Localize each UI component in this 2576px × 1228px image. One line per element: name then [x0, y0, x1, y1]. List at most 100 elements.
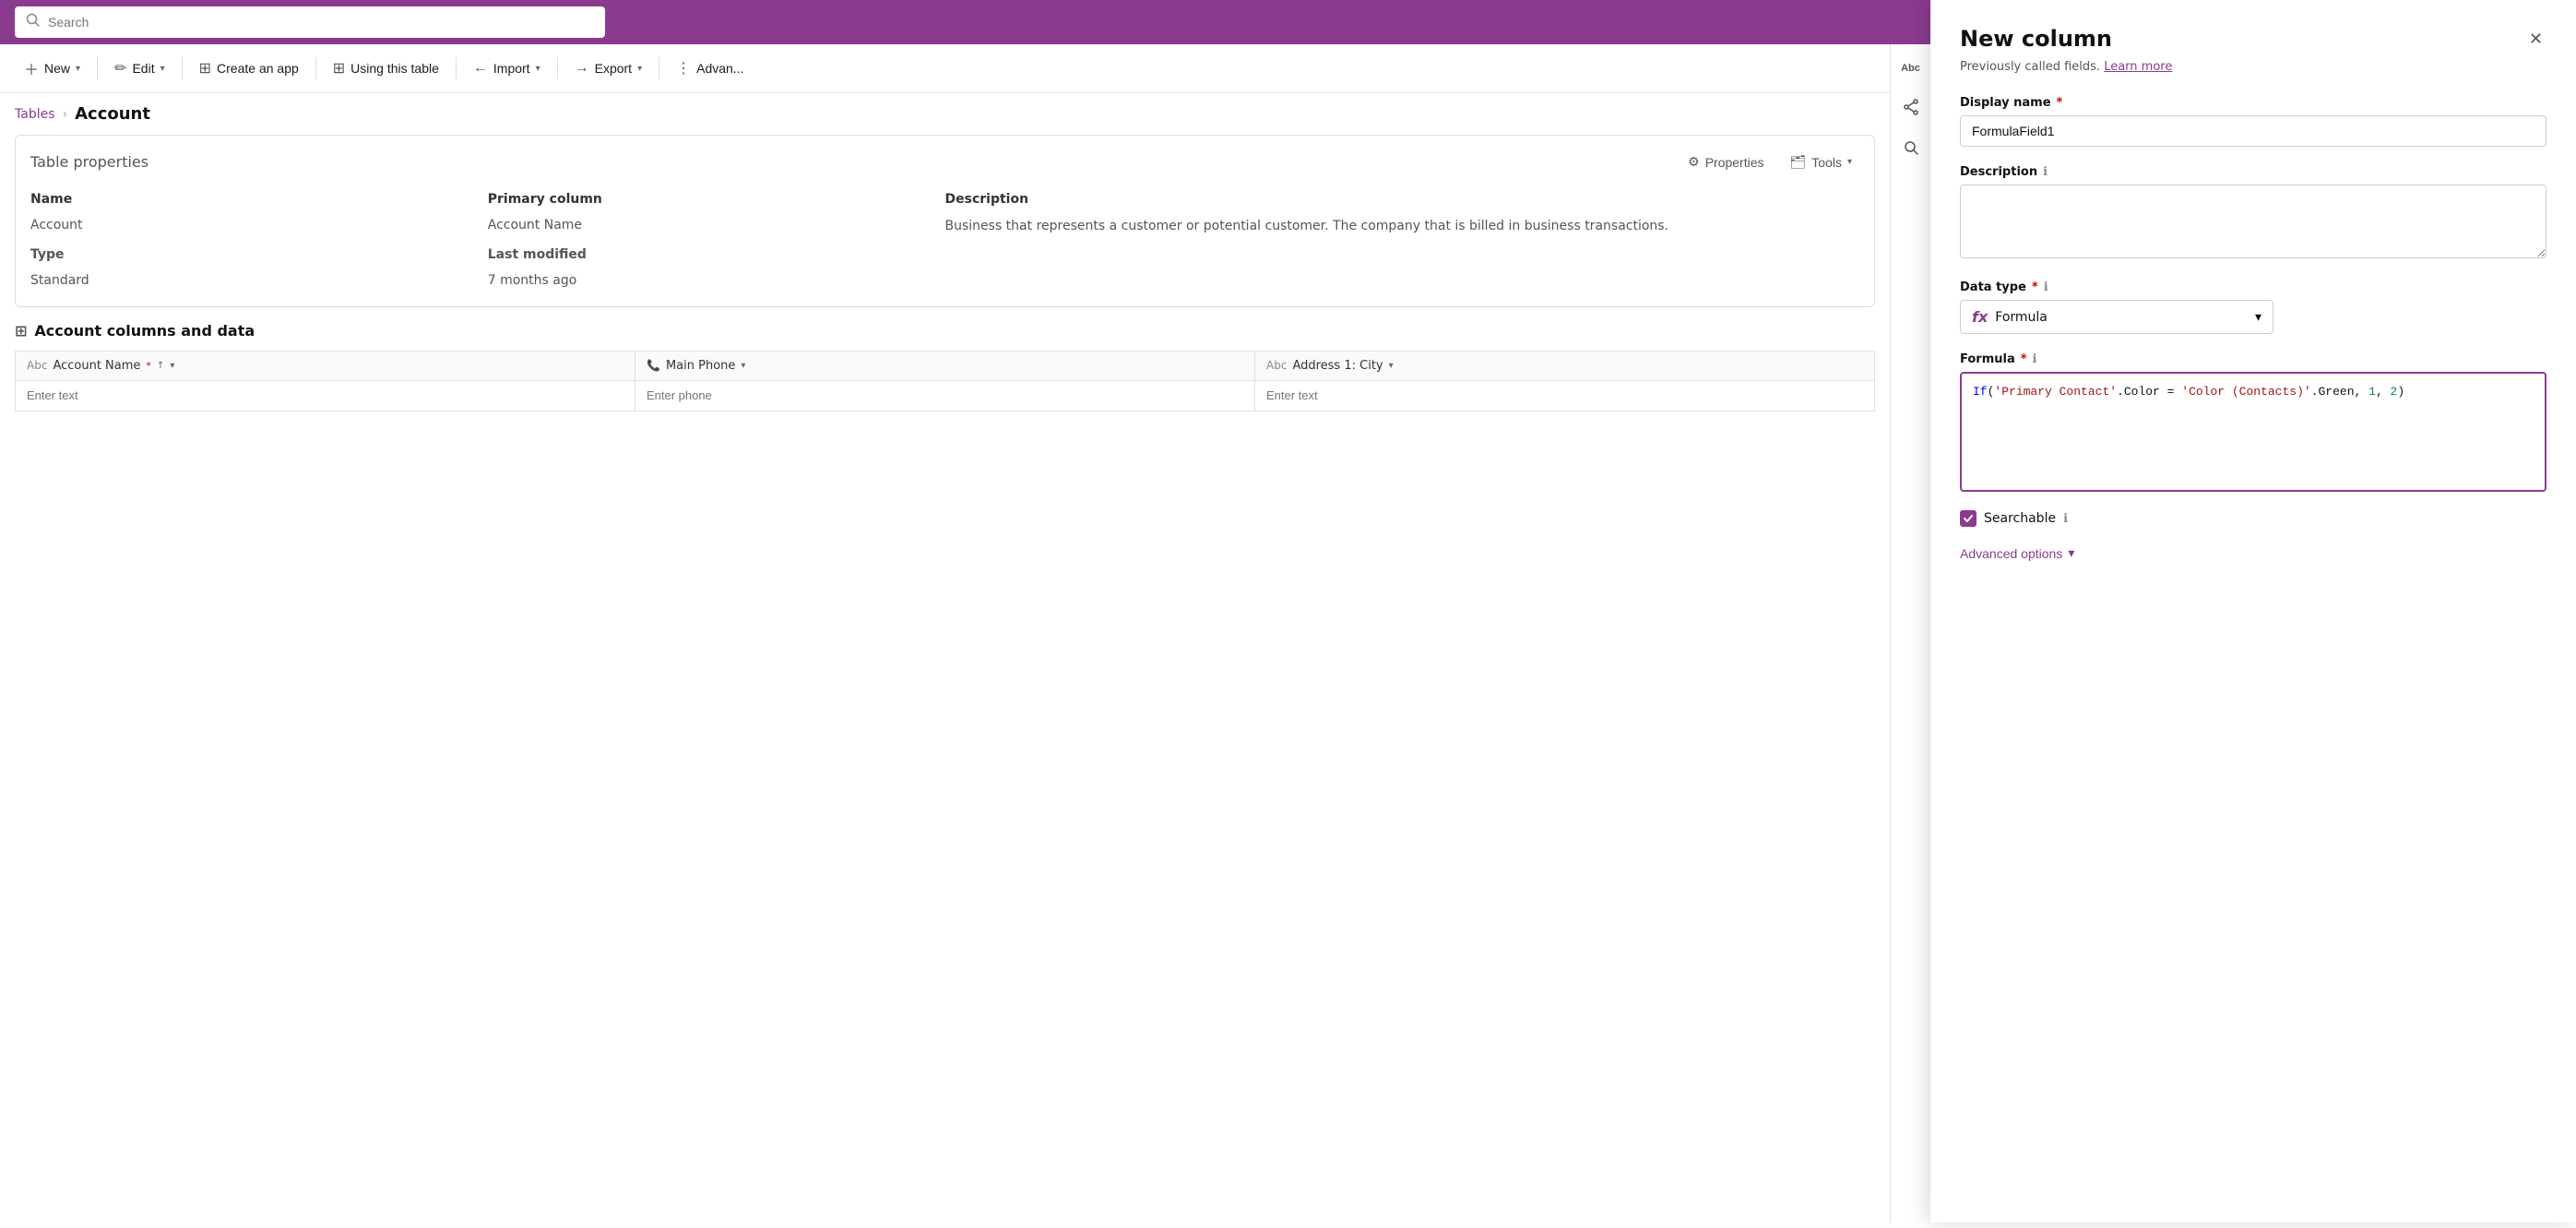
advanced-options-button[interactable]: Advanced options ▾ — [1960, 545, 2074, 561]
export-icon: → — [575, 60, 589, 77]
new-chevron-icon: ▾ — [76, 64, 80, 74]
learn-more-link[interactable]: Learn more — [2104, 60, 2172, 74]
col3-header: Abc Address 1: City ▾ — [1255, 351, 1875, 380]
formula-box[interactable]: If('Primary Contact'.Color = 'Color (Con… — [1960, 372, 2546, 492]
search-bar[interactable] — [15, 6, 605, 38]
searchable-row: Searchable ℹ — [1960, 510, 2546, 527]
data-type-group: Data type * ℹ fx Formula ▾ — [1960, 280, 2546, 334]
col2-input[interactable] — [647, 388, 1243, 402]
searchable-label: Searchable — [1984, 511, 2056, 526]
data-type-label-text: Data type — [1960, 280, 2026, 294]
data-table: Abc Account Name * ↑ ▾ 📞 Main Phone — [15, 351, 1875, 411]
properties-button[interactable]: ⚙ Properties — [1680, 150, 1771, 173]
data-type-value: Formula — [1995, 310, 2048, 325]
data-type-chevron-icon: ▾ — [2255, 310, 2261, 325]
export-button[interactable]: → Export ▾ — [565, 54, 652, 82]
description-textarea[interactable] — [1960, 185, 2546, 258]
search-input[interactable] — [48, 15, 594, 30]
create-app-button[interactable]: ⊞ Create an app — [190, 54, 308, 83]
table-row — [16, 380, 1875, 411]
props-row2-primary-label: Last modified — [488, 244, 945, 266]
col1-required-star: * — [146, 360, 151, 372]
columns-section: ⊞ Account columns and data Abc Account N… — [15, 322, 1875, 411]
divider-2 — [182, 57, 183, 79]
props-row2-val: Standard — [30, 269, 488, 292]
card-title: Table properties — [30, 153, 148, 171]
settings-icon: ⚙ — [1688, 154, 1700, 170]
plus-icon: ＋ — [24, 57, 39, 79]
col1-header-label: Account Name — [53, 359, 140, 373]
left-panel: Tables › Account Table properties ⚙ Prop… — [0, 93, 1890, 1228]
divider-1 — [97, 57, 98, 79]
using-this-table-button[interactable]: ⊞ Using this table — [324, 54, 448, 83]
description-info-icon: ℹ — [2043, 165, 2048, 179]
abc-icon-btn[interactable]: Abc — [1894, 52, 1928, 85]
col1-input[interactable] — [27, 388, 623, 402]
card-header: Table properties ⚙ Properties 🗂 Tools ▾ — [30, 150, 1859, 173]
col2-filter-icon[interactable]: ▾ — [741, 361, 745, 371]
import-chevron-icon: ▾ — [536, 64, 540, 74]
props-row1-primary: Account Name — [488, 214, 945, 240]
section-header: ⊞ Account columns and data — [15, 322, 1875, 340]
abc-icon: Abc — [1901, 63, 1920, 74]
advanced-button[interactable]: ⋮ Advan... — [667, 54, 753, 83]
table-icon: ⊞ — [333, 59, 345, 77]
col2-header-label: Main Phone — [666, 359, 735, 373]
data-type-label: Data type * ℹ — [1960, 280, 2546, 294]
description-group: Description ℹ — [1960, 165, 2546, 262]
breadcrumb-separator: › — [63, 107, 68, 122]
using-this-table-label: Using this table — [350, 61, 439, 76]
export-chevron-icon: ▾ — [637, 64, 642, 74]
description-label-text: Description — [1960, 165, 2037, 179]
data-type-required: * — [2032, 280, 2038, 294]
data-type-select[interactable]: fx Formula ▾ — [1960, 300, 2273, 334]
tools-chevron-icon: ▾ — [1847, 157, 1852, 167]
close-button[interactable]: ✕ — [2525, 26, 2546, 53]
col1-sort-icon[interactable]: ↑ — [157, 361, 164, 371]
advanced-icon: ⋮ — [676, 59, 691, 77]
share-icon-btn[interactable] — [1894, 92, 1928, 125]
advanced-label: Advan... — [696, 61, 743, 76]
display-name-required: * — [2057, 96, 2063, 110]
columns-icon: ⊞ — [15, 322, 27, 340]
col3-input[interactable] — [1266, 388, 1863, 402]
col1-header: Abc Account Name * ↑ ▾ — [16, 351, 635, 380]
breadcrumb-parent[interactable]: Tables — [15, 107, 55, 122]
formula-required: * — [2021, 352, 2027, 366]
col1-type-icon: Abc — [27, 359, 47, 372]
searchable-info-icon: ℹ — [2063, 512, 2068, 526]
tools-button[interactable]: 🗂 Tools ▾ — [1783, 150, 1860, 173]
props-col3-header: Description — [945, 188, 1860, 210]
col1-filter-icon[interactable]: ▾ — [170, 361, 174, 371]
breadcrumb: Tables › Account — [0, 93, 1890, 135]
panel-subtitle: Previously called fields. Learn more — [1960, 60, 2546, 74]
props-row2-spacer — [945, 244, 1860, 266]
edit-button[interactable]: ✏ Edit ▾ — [105, 54, 174, 83]
advanced-options-label: Advanced options — [1960, 546, 2062, 561]
close-icon: ✕ — [2529, 30, 2543, 48]
col3-filter-icon[interactable]: ▾ — [1389, 361, 1394, 371]
import-button[interactable]: ← Import ▾ — [464, 54, 550, 82]
search-filter-icon-btn[interactable] — [1894, 133, 1928, 166]
breadcrumb-current: Account — [75, 104, 150, 124]
formula-group: Formula * ℹ If('Primary Contact'.Color =… — [1960, 352, 2546, 492]
new-label: New — [44, 61, 70, 76]
formula-info-icon: ℹ — [2033, 352, 2037, 366]
table-head: Abc Account Name * ↑ ▾ 📞 Main Phone — [16, 351, 1875, 380]
props-row2-label: Type — [30, 244, 488, 266]
import-label: Import — [493, 61, 530, 76]
col2-cell — [635, 380, 1255, 411]
formula-label-text: Formula — [1960, 352, 2015, 366]
new-button[interactable]: ＋ New ▾ — [15, 52, 89, 85]
searchable-checkbox[interactable] — [1960, 510, 1977, 527]
display-name-group: Display name * — [1960, 96, 2546, 147]
col3-header-label: Address 1: City — [1292, 359, 1383, 373]
create-app-label: Create an app — [217, 61, 299, 76]
section-title: Account columns and data — [34, 322, 255, 340]
col3-cell — [1255, 380, 1875, 411]
formula-text: If('Primary Contact'.Color = 'Color (Con… — [1973, 385, 2404, 399]
display-name-input[interactable] — [1960, 115, 2546, 147]
props-row1-desc: Business that represents a customer or p… — [945, 214, 1860, 240]
col2-type-icon: 📞 — [647, 359, 660, 372]
table-header-row: Abc Account Name * ↑ ▾ 📞 Main Phone — [16, 351, 1875, 380]
